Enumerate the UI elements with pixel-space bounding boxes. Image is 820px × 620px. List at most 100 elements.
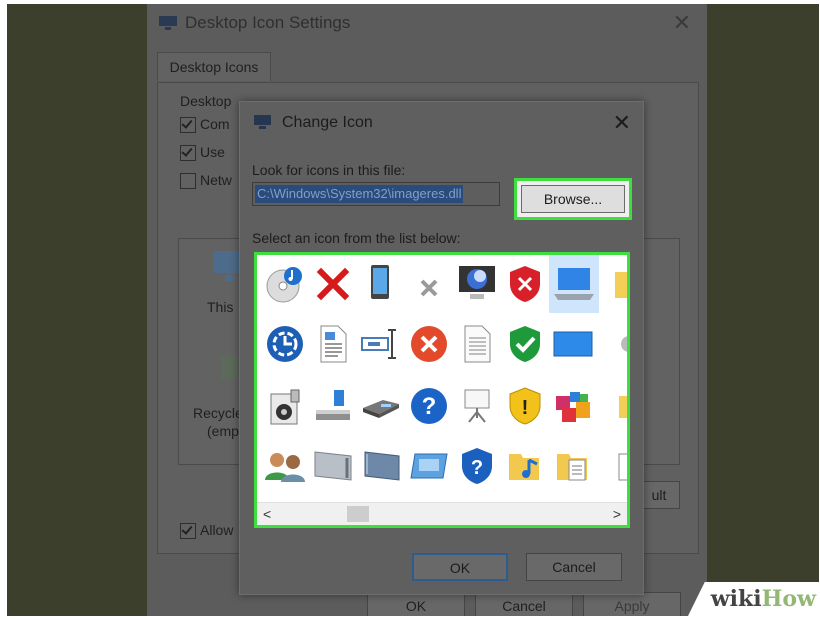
icon-cell[interactable] xyxy=(405,257,453,311)
look-for-label: Look for icons in this file: xyxy=(252,162,406,178)
icon-cell[interactable] xyxy=(261,379,309,433)
settings-app-icon xyxy=(159,16,177,30)
users-icon xyxy=(265,453,305,482)
icon-cell[interactable] xyxy=(261,439,309,493)
icon-cell[interactable]: ? xyxy=(405,379,453,433)
media-player-icon xyxy=(270,389,300,425)
bg-close-icon[interactable]: ✕ xyxy=(673,10,691,36)
icon-cell[interactable] xyxy=(549,439,597,493)
icon-cell[interactable]: ! xyxy=(501,379,549,433)
red-x-icon xyxy=(316,267,350,301)
this-pc-label: This xyxy=(207,299,234,315)
icon-cell[interactable]: ? xyxy=(453,439,501,493)
icon-cell[interactable] xyxy=(501,257,549,311)
bg-checkbox-network[interactable] xyxy=(180,173,196,189)
icon-cell[interactable] xyxy=(405,317,453,371)
restore-default-button[interactable]: ult xyxy=(638,481,680,509)
folder-partial-icon xyxy=(615,272,627,298)
dialog-close-icon[interactable]: ✕ xyxy=(613,110,631,136)
document-folder-icon xyxy=(557,454,587,481)
icon-cell[interactable] xyxy=(609,379,627,433)
icon-cell[interactable] xyxy=(261,317,309,371)
icon-cell[interactable] xyxy=(309,317,357,371)
bg-checkbox-computer-label: Com xyxy=(200,116,230,132)
watermark-text: wikiHow xyxy=(711,586,816,612)
browse-highlight: Browse... xyxy=(514,178,632,220)
cd-music-icon xyxy=(266,267,302,303)
icon-grid: ? ! ? xyxy=(257,255,627,501)
tab-desktop-icons[interactable]: Desktop Icons xyxy=(157,52,271,81)
bg-window-title: Desktop Icon Settings xyxy=(185,13,351,32)
scroll-left-icon[interactable]: < xyxy=(263,506,271,522)
error-circle-icon xyxy=(411,326,447,362)
change-icon-dialog: Change Icon ✕ Look for icons in this fil… xyxy=(239,101,644,595)
drive-slot-icon xyxy=(314,451,352,481)
wikihow-watermark: wikiHow xyxy=(686,582,820,620)
mobile-device-icon xyxy=(371,265,389,299)
icon-cell[interactable] xyxy=(609,257,627,311)
icon-cell[interactable] xyxy=(357,257,405,311)
icon-cell[interactable] xyxy=(609,439,627,493)
bg-checkbox-network-label: Netw xyxy=(200,172,232,188)
icon-cell[interactable] xyxy=(549,317,597,371)
icon-cell[interactable] xyxy=(357,317,405,371)
bg-apply-button[interactable]: Apply xyxy=(583,592,681,616)
icon-cell[interactable] xyxy=(609,317,627,371)
clock-dial-icon xyxy=(267,326,303,362)
music-folder-icon xyxy=(509,454,539,480)
icon-cell[interactable] xyxy=(549,379,597,433)
bg-cancel-button[interactable]: Cancel xyxy=(475,592,573,616)
bg-checkbox-user-label: Use xyxy=(200,144,225,160)
svg-text:?: ? xyxy=(471,457,483,479)
display-blue-icon xyxy=(553,331,593,357)
laptop-icon xyxy=(554,268,594,300)
scroll-right-icon[interactable]: > xyxy=(613,506,621,522)
partial-doc-icon xyxy=(618,453,627,481)
icon-cell[interactable] xyxy=(501,317,549,371)
ok-button[interactable]: OK xyxy=(412,553,508,581)
icon-cell[interactable] xyxy=(453,257,501,311)
select-icon-label: Select an icon from the list below: xyxy=(252,230,461,246)
icon-cell[interactable] xyxy=(309,257,357,311)
gray-x-icon xyxy=(420,279,438,297)
shield-warning-icon: ! xyxy=(509,387,541,425)
icon-cell[interactable] xyxy=(453,379,501,433)
dialog-title-bar: Change Icon ✕ xyxy=(240,102,643,142)
bg-ok-button[interactable]: OK xyxy=(367,592,465,616)
bg-checkbox-computer[interactable] xyxy=(180,117,196,133)
dialog-title: Change Icon xyxy=(282,114,373,131)
text-cursor-icon xyxy=(361,329,396,359)
icon-list-scrollbar[interactable]: < > xyxy=(257,502,627,525)
help-icon: ? xyxy=(411,388,447,424)
recycle-bin-state: (emp xyxy=(207,423,239,439)
bg-checkbox-user[interactable] xyxy=(180,145,196,161)
icon-cell-selected[interactable] xyxy=(549,255,599,313)
recycle-bin-label: Recycle xyxy=(193,405,243,421)
icon-cell[interactable] xyxy=(309,379,357,433)
card-icon xyxy=(410,453,448,479)
watermark-how: How xyxy=(761,586,816,612)
projector-icon xyxy=(464,389,490,423)
icon-cell[interactable] xyxy=(405,439,453,493)
icon-cell[interactable] xyxy=(309,439,357,493)
apps-cube-icon xyxy=(556,392,590,422)
svg-text:?: ? xyxy=(422,393,437,420)
icon-cell[interactable] xyxy=(357,439,405,493)
icon-cell[interactable] xyxy=(501,439,549,493)
watermark-wiki: wiki xyxy=(710,586,762,612)
browse-button[interactable]: Browse... xyxy=(521,185,625,213)
icon-file-path-value: C:\Windows\System32\imageres.dll xyxy=(255,185,464,203)
icon-cell[interactable] xyxy=(453,317,501,371)
icon-cell[interactable] xyxy=(357,379,405,433)
icon-cell[interactable] xyxy=(261,257,309,311)
gear-partial-icon xyxy=(621,336,627,352)
scrollbar-thumb[interactable] xyxy=(347,506,369,522)
bg-group-label: Desktop xyxy=(180,93,232,109)
partial-icon xyxy=(619,396,627,418)
shield-help-icon: ? xyxy=(462,448,492,484)
drive-panel-icon xyxy=(364,451,400,481)
cancel-button[interactable]: Cancel xyxy=(526,553,622,581)
dialog-app-icon xyxy=(254,115,271,129)
icon-file-path-input[interactable]: C:\Windows\System32\imageres.dll xyxy=(252,182,500,206)
allow-themes-checkbox[interactable] xyxy=(180,523,196,539)
